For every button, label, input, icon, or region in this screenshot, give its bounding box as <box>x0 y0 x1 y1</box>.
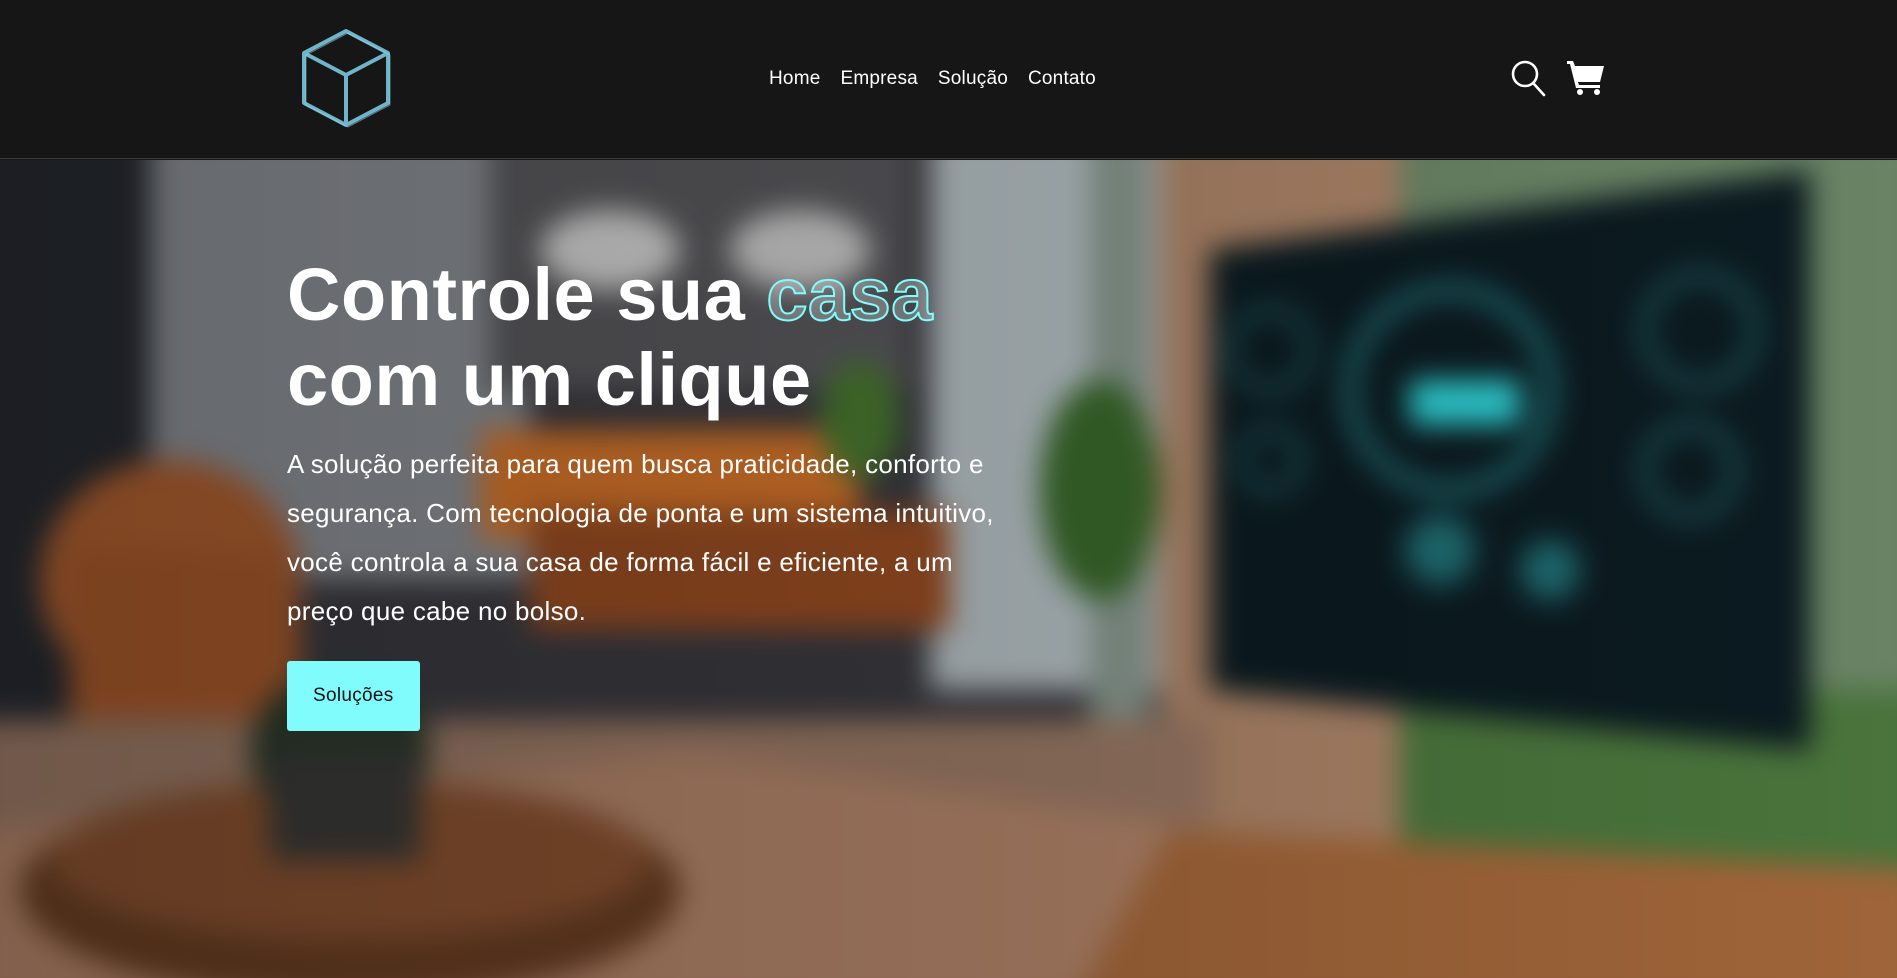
cube-logo-icon[interactable] <box>300 27 392 129</box>
hero-title-part1: Controle sua <box>287 253 767 336</box>
cart-icon[interactable] <box>1566 58 1606 96</box>
site-header: Home Empresa Solução Contato <box>0 0 1897 159</box>
solutions-button[interactable]: Soluções <box>287 661 420 731</box>
hero-title-accent: casa <box>765 252 933 337</box>
hero-title-part2: com um clique <box>287 338 812 421</box>
main-nav: Home Empresa Solução Contato <box>769 62 1096 96</box>
hero-description: A solução perfeita para quem busca prati… <box>287 449 994 626</box>
nav-home[interactable]: Home <box>769 68 820 90</box>
hero-content: Controle sua casa com um clique A soluçã… <box>287 252 1047 731</box>
nav-empresa[interactable]: Empresa <box>840 68 917 90</box>
search-icon[interactable] <box>1510 58 1546 98</box>
nav-solucao[interactable]: Solução <box>938 68 1008 90</box>
nav-contato[interactable]: Contato <box>1028 68 1096 90</box>
hero-title: Controle sua casa com um clique <box>287 252 1047 422</box>
hero-section: Controle sua casa com um clique A soluçã… <box>0 160 1897 978</box>
